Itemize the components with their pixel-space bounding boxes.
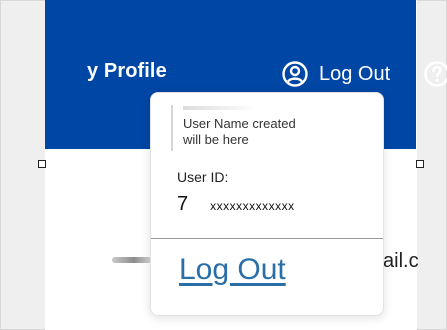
header-logout-label: Log Out xyxy=(319,62,391,85)
user-id-masked: xxxxxxxxxxxxx xyxy=(210,199,295,213)
background-blurred-item xyxy=(112,257,152,263)
app-canvas: y Profile Log Out ail.c User Name create… xyxy=(0,0,447,330)
nav-my-profile[interactable]: y Profile xyxy=(87,60,167,83)
faded-name-line xyxy=(183,106,258,110)
header-logout-button[interactable]: Log Out xyxy=(281,60,390,88)
dropdown-divider xyxy=(151,238,383,239)
question-circle-icon xyxy=(423,60,447,88)
help-button[interactable] xyxy=(423,60,447,88)
logout-link[interactable]: Log Out xyxy=(179,253,286,287)
resize-handle-right[interactable] xyxy=(416,160,424,168)
user-id-value: 7 xxxxxxxxxxxxx xyxy=(177,193,295,216)
background-email-text: ail.c xyxy=(383,250,419,272)
user-name-block: User Name created will be here xyxy=(171,105,341,151)
account-dropdown: User Name created will be here User ID: … xyxy=(150,92,384,316)
user-name-placeholder: User Name created will be here xyxy=(183,116,296,147)
user-circle-icon xyxy=(281,60,309,88)
user-id-prefix: 7 xyxy=(177,193,189,215)
user-id-label: User ID: xyxy=(177,169,229,185)
resize-handle-left[interactable] xyxy=(38,160,46,168)
